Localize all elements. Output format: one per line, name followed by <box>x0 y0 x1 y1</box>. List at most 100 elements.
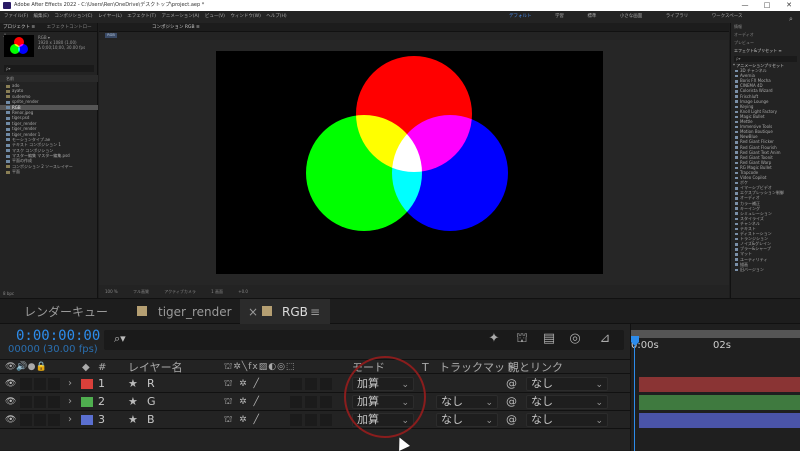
fx-tab-preview[interactable]: プレビュー <box>731 39 800 47</box>
exposure-value[interactable]: +0.0 <box>238 289 248 294</box>
close-button[interactable]: ✕ <box>778 0 800 11</box>
pick-whip-icon[interactable]: @ <box>506 393 517 411</box>
solo-toggle[interactable] <box>34 378 46 390</box>
layer-switches-icons[interactable]: ⛫ ✲ ╱ <box>224 375 261 393</box>
blend-mode-dropdown[interactable]: 加算 ⌄ <box>352 413 414 427</box>
fx-tab-info[interactable]: 情報 <box>731 23 800 31</box>
visibility-eye-icon[interactable]: 👁 <box>5 397 17 407</box>
menu-window[interactable]: ウィンドウ(W) <box>230 14 260 19</box>
menu-composition[interactable]: コンポジション(C) <box>54 14 92 19</box>
parent-dropdown[interactable]: なし ⌄ <box>526 413 608 427</box>
menu-animation[interactable]: アニメーション(A) <box>161 14 199 19</box>
audio-toggle[interactable] <box>20 396 32 408</box>
column-layer-name[interactable]: レイヤー名 <box>128 360 183 375</box>
blend-mode-dropdown[interactable]: 加算 ⌄ <box>352 395 414 409</box>
workspace-small-screen[interactable]: 小さな画面 <box>620 14 643 19</box>
graph-editor-icon[interactable]: ⊿ <box>596 330 614 348</box>
solo-toggle[interactable] <box>34 396 46 408</box>
layer-row[interactable]: 👁 › 1 ★ R ⛫ ✲ ╱ 加算 ⌄ @ なし ⌄ <box>0 375 630 393</box>
workspace-libraries[interactable]: ライブラリ <box>666 14 689 19</box>
workspace-standard[interactable]: 標準 <box>587 14 596 19</box>
maximize-button[interactable]: □ <box>756 0 778 11</box>
visibility-eye-icon[interactable]: 👁 <box>5 415 17 425</box>
menu-effect[interactable]: エフェクト(T) <box>127 14 156 19</box>
tab-render-queue[interactable]: レンダーキュー <box>24 305 108 319</box>
blend-mode-dropdown[interactable]: 加算 ⌄ <box>352 377 414 391</box>
track-matte-dropdown[interactable]: なし ⌄ <box>436 395 498 409</box>
menu-file[interactable]: ファイル(F) <box>4 14 28 19</box>
project-column-name[interactable]: 名前 <box>0 75 98 82</box>
fx-category-item[interactable]: 旧バージョン <box>731 267 800 272</box>
3d-layer-switch[interactable] <box>320 396 332 408</box>
layer-switches-icons[interactable]: ⛫ ✲ ╱ <box>224 393 261 411</box>
resolution-select[interactable]: フル画質 <box>133 289 149 294</box>
comp-canvas[interactable] <box>216 51 603 274</box>
tab-close-icon[interactable]: × <box>248 305 258 319</box>
lock-toggle[interactable] <box>48 396 60 408</box>
lock-toggle[interactable] <box>48 414 60 426</box>
column-parent-link[interactable]: 親とリンク <box>508 360 563 375</box>
track-matte-dropdown[interactable]: なし ⌄ <box>436 413 498 427</box>
audio-toggle[interactable] <box>20 414 32 426</box>
motion-blur-switch[interactable] <box>305 396 317 408</box>
audio-toggle[interactable] <box>20 378 32 390</box>
parent-dropdown[interactable]: なし ⌄ <box>526 377 608 391</box>
tab-menu-icon[interactable]: ≡ <box>310 305 320 319</box>
blue-circle-shape[interactable] <box>392 115 508 231</box>
parent-dropdown[interactable]: なし ⌄ <box>526 395 608 409</box>
lock-toggle[interactable] <box>48 378 60 390</box>
active-camera-select[interactable]: アクティブカメラ <box>164 289 196 294</box>
tab-project[interactable]: プロジェクト ≡ <box>3 25 35 30</box>
expand-chevron-icon[interactable]: › <box>68 375 72 393</box>
project-search-input[interactable]: ρ▾ <box>4 65 94 72</box>
fx-switch[interactable] <box>290 396 302 408</box>
workspace-default[interactable]: デフォルト <box>509 14 532 19</box>
workspace-learn[interactable]: 学習 <box>555 14 564 19</box>
view-layout-select[interactable]: 1 画面 <box>211 289 223 294</box>
fx-switch[interactable] <box>290 414 302 426</box>
menu-help[interactable]: ヘルプ(H) <box>266 14 286 19</box>
fx-switch[interactable] <box>290 378 302 390</box>
time-ruler[interactable]: 0:00s 02s <box>631 338 800 356</box>
workspace-workspace[interactable]: ワークスペース <box>712 14 743 19</box>
pick-whip-icon[interactable]: @ <box>506 375 517 393</box>
menu-edit[interactable]: 編集(E) <box>34 14 49 19</box>
pick-whip-icon[interactable]: @ <box>506 411 517 429</box>
work-area-bar[interactable] <box>631 330 800 338</box>
tab-tiger-render[interactable]: tiger_render <box>158 305 232 319</box>
minimize-button[interactable]: — <box>734 0 756 11</box>
column-track-matte[interactable]: トラックマット <box>439 360 516 375</box>
layer-duration-bar[interactable] <box>639 395 800 410</box>
motion-blur-icon[interactable]: ◎ <box>566 330 584 348</box>
3d-layer-switch[interactable] <box>320 414 332 426</box>
menu-layer[interactable]: レイヤー(L) <box>98 14 122 19</box>
layer-label-color[interactable] <box>81 415 93 425</box>
layer-name[interactable]: R <box>147 375 155 393</box>
tab-composition-rgb[interactable]: コンポジション RGB ≡ <box>152 25 200 30</box>
layer-row[interactable]: 👁 › 3 ★ B ⛫ ✲ ╱ 加算 ⌄ なし ⌄ @ なし ⌄ <box>0 411 630 429</box>
project-footer-bpc[interactable]: 8 bpc <box>0 290 98 298</box>
project-list-item[interactable]: 平面 <box>0 169 98 174</box>
layer-name[interactable]: B <box>147 411 155 429</box>
column-preserve-transparency[interactable]: T <box>422 360 429 375</box>
comp-breadcrumb-rgb[interactable]: RGB <box>105 33 117 38</box>
solo-toggle[interactable] <box>34 414 46 426</box>
fx-tab-effects-presets[interactable]: エフェクト&プリセット ≡ <box>731 47 800 55</box>
frame-blending-icon[interactable]: ▤ <box>540 330 558 348</box>
expand-chevron-icon[interactable]: › <box>68 393 72 411</box>
shy-layers-icon[interactable]: ⛫ <box>513 330 531 348</box>
expand-chevron-icon[interactable]: › <box>68 411 72 429</box>
layer-switches-icons[interactable]: ⛫ ✲ ╱ <box>224 411 261 429</box>
layer-name[interactable]: G <box>147 393 156 411</box>
tab-rgb[interactable]: × RGB ≡ <box>240 299 330 324</box>
column-mode[interactable]: モード <box>352 360 385 375</box>
layer-label-color[interactable] <box>81 379 93 389</box>
layer-label-color[interactable] <box>81 397 93 407</box>
layer-duration-bar[interactable] <box>639 377 800 392</box>
zoom-level[interactable]: 100 % <box>105 289 118 294</box>
current-time-display[interactable]: 0:00:00:00 <box>16 328 100 344</box>
visibility-eye-icon[interactable]: 👁 <box>5 379 17 389</box>
fx-tab-audio[interactable]: オーディオ <box>731 31 800 39</box>
menu-view[interactable]: ビュー(V) <box>205 14 225 19</box>
layer-duration-bar[interactable] <box>639 413 800 428</box>
